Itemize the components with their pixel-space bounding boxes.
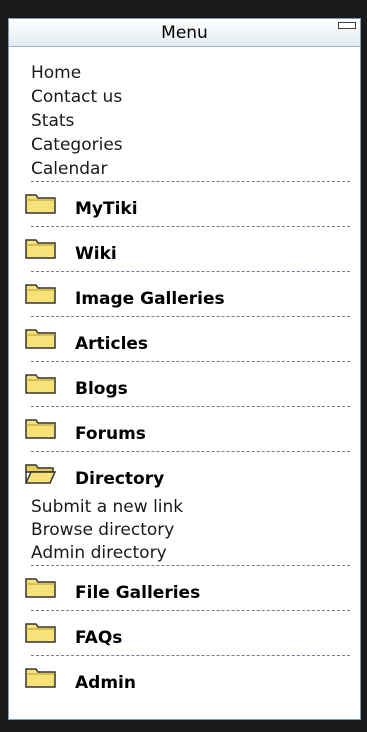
menu-section-articles[interactable]: Articles (9, 317, 360, 361)
menu-section-faqs[interactable]: FAQs (9, 611, 360, 655)
menu-section-admin[interactable]: Admin (9, 656, 360, 700)
menu-section-label: MyTiki (75, 199, 138, 219)
menu-section-label: File Galleries (75, 583, 201, 603)
menu-section-forums[interactable]: Forums (9, 407, 360, 451)
menu-section-label: Blogs (75, 379, 128, 399)
folder-closed-icon (25, 239, 56, 259)
menu-link-home[interactable]: Home (9, 61, 360, 85)
menu-section-label: FAQs (75, 628, 123, 648)
menu-body: Home Contact us Stats Categories Calenda… (9, 61, 360, 700)
menu-section-wiki[interactable]: Wiki (9, 227, 360, 271)
folder-closed-icon (25, 284, 56, 304)
menu-section-label: Image Galleries (75, 289, 225, 309)
menu-section-label: Forums (75, 424, 146, 444)
menu-section-image-galleries[interactable]: Image Galleries (9, 272, 360, 316)
menu-section-label: Wiki (75, 244, 117, 264)
folder-closed-icon (25, 668, 56, 688)
folder-closed-icon (25, 329, 56, 349)
directory-link-submit-new-link[interactable]: Submit a new link (9, 496, 360, 519)
folder-closed-icon (25, 194, 56, 214)
folder-closed-icon (25, 374, 56, 394)
menu-section-label: Articles (75, 334, 149, 354)
menu-link-calendar[interactable]: Calendar (9, 157, 360, 181)
folder-closed-icon (25, 623, 56, 643)
menu-header: Menu (9, 19, 360, 47)
menu-section-blogs[interactable]: Blogs (9, 362, 360, 406)
menu-title: Menu (161, 23, 208, 43)
directory-link-admin-directory[interactable]: Admin directory (9, 542, 360, 565)
minimize-button[interactable] (338, 22, 356, 29)
menu-link-contact-us[interactable]: Contact us (9, 85, 360, 109)
menu-section-mytiki[interactable]: MyTiki (9, 182, 360, 226)
menu-section-label: Admin (75, 673, 136, 693)
menu-section-label: Directory (75, 469, 165, 489)
folder-closed-icon (25, 578, 56, 598)
folder-closed-icon (25, 419, 56, 439)
menu-link-categories[interactable]: Categories (9, 133, 360, 157)
directory-link-browse-directory[interactable]: Browse directory (9, 519, 360, 542)
folder-open-icon (25, 464, 56, 484)
menu-panel: Menu Home Contact us Stats Categories Ca… (8, 18, 361, 720)
menu-section-file-galleries[interactable]: File Galleries (9, 566, 360, 610)
menu-link-stats[interactable]: Stats (9, 109, 360, 133)
menu-section-directory[interactable]: Directory (9, 452, 360, 496)
